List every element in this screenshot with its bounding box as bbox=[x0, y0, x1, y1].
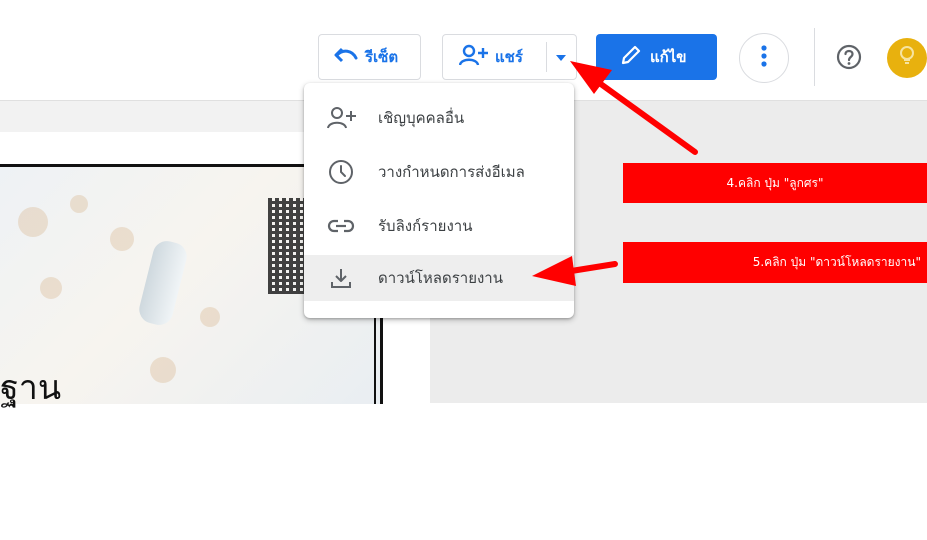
menu-item-label: ดาวน์โหลดรายงาน bbox=[378, 269, 503, 287]
qr-code bbox=[268, 198, 304, 294]
caret-down-icon bbox=[555, 48, 567, 66]
share-dropdown-menu: เชิญบุคคลอื่น วางกำหนดการส่งอีเมล รับลิง… bbox=[304, 83, 574, 318]
background-vial-image bbox=[136, 238, 190, 328]
share-dropdown-button[interactable] bbox=[547, 35, 577, 79]
more-vertical-icon bbox=[761, 44, 767, 72]
annotation-step-5: 5.คลิก ปุ่ม "ดาวน์โหลดรายงาน" bbox=[623, 242, 927, 283]
share-button-group: แชร์ bbox=[442, 34, 577, 80]
menu-item-download-report[interactable]: ดาวน์โหลดรายงาน bbox=[304, 255, 574, 301]
background-decoration bbox=[150, 357, 176, 383]
reset-label: รีเซ็ต bbox=[365, 48, 399, 66]
background-decoration bbox=[200, 307, 220, 327]
more-options-button[interactable] bbox=[739, 33, 789, 83]
app-stage: ฐาน รีเซ็ต แชร์ แก้ไข เชิญบุคคลอื่น วางก… bbox=[0, 0, 927, 540]
edit-label: แก้ไข bbox=[650, 48, 687, 66]
avatar[interactable] bbox=[887, 38, 927, 78]
download-icon bbox=[326, 263, 356, 293]
undo-icon bbox=[333, 46, 359, 68]
menu-item-label: เชิญบุคคลอื่น bbox=[378, 109, 465, 127]
add-person-icon bbox=[458, 44, 489, 70]
share-label: แชร์ bbox=[495, 48, 523, 66]
annotation-step-4: 4.คลิก ปุ่ม "ลูกศร" bbox=[623, 163, 927, 203]
edit-button[interactable]: แก้ไข bbox=[596, 34, 717, 80]
background-decoration bbox=[110, 227, 134, 251]
menu-item-label: รับลิงก์รายงาน bbox=[378, 217, 473, 235]
lightbulb-icon bbox=[898, 44, 916, 72]
help-icon bbox=[835, 43, 863, 75]
background-decoration bbox=[40, 277, 62, 299]
background-decoration bbox=[18, 207, 48, 237]
clock-icon bbox=[326, 157, 356, 187]
toolbar-divider bbox=[814, 28, 815, 86]
link-icon bbox=[326, 211, 356, 241]
reset-button[interactable]: รีเซ็ต bbox=[318, 34, 421, 80]
report-title: ฐาน bbox=[0, 368, 62, 408]
add-person-icon bbox=[326, 103, 356, 133]
share-button[interactable]: แชร์ bbox=[443, 44, 546, 70]
menu-item-invite[interactable]: เชิญบุคคลอื่น bbox=[304, 95, 574, 141]
background-decoration bbox=[70, 195, 88, 213]
menu-item-label: วางกำหนดการส่งอีเมล bbox=[378, 163, 525, 181]
help-button[interactable] bbox=[834, 44, 864, 74]
menu-item-get-link[interactable]: รับลิงก์รายงาน bbox=[304, 203, 574, 249]
menu-item-schedule-email[interactable]: วางกำหนดการส่งอีเมล bbox=[304, 149, 574, 195]
pencil-icon bbox=[620, 44, 642, 70]
